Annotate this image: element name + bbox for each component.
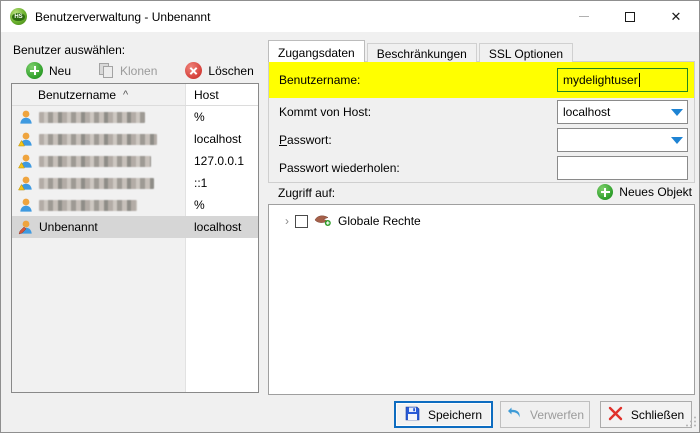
new-user-label: Neu xyxy=(49,63,72,78)
username-row: Benutzername: mydelightuser xyxy=(269,62,694,98)
global-privileges-checkbox[interactable] xyxy=(295,214,308,228)
password-repeat-label: Passwort wiederholen: xyxy=(279,161,400,175)
discard-label: Verwerfen xyxy=(529,407,585,422)
window-title: Benutzerverwaltung - Unbenannt xyxy=(35,9,211,24)
privileges-tree[interactable]: › Globale Rechte xyxy=(268,204,695,395)
user-row[interactable]: 127.0.0.1 xyxy=(12,150,258,172)
from-host-label: Kommt von Host: xyxy=(279,105,372,119)
delete-icon xyxy=(185,62,203,79)
host-cell: % xyxy=(194,198,205,212)
user-row[interactable]: % xyxy=(12,106,258,128)
maximize-button[interactable] xyxy=(607,1,653,32)
app-icon-label: HS xyxy=(12,12,25,21)
tree-item-global-privileges[interactable]: › Globale Rechte xyxy=(269,212,694,230)
select-user-label: Benutzer auswählen: xyxy=(13,43,126,57)
chevron-down-icon[interactable] xyxy=(671,137,683,144)
save-button[interactable]: Speichern xyxy=(394,401,493,428)
user-list-header[interactable]: Benutzername ^ Host xyxy=(12,84,258,106)
redacted-username xyxy=(39,155,151,167)
redacted-username xyxy=(39,177,154,189)
host-cell: localhost xyxy=(194,220,242,234)
new-object-label: Neues Objekt xyxy=(619,185,692,199)
titlebar: HS Benutzerverwaltung - Unbenannt ✕ xyxy=(1,1,699,32)
delete-user-button[interactable]: Löschen xyxy=(185,62,254,79)
chevron-down-icon[interactable] xyxy=(671,109,683,116)
username-label: Benutzername: xyxy=(279,73,361,87)
save-icon xyxy=(405,406,420,424)
column-header-username[interactable]: Benutzername xyxy=(38,88,116,102)
new-user-button[interactable]: Neu xyxy=(26,62,71,79)
user-manager-dialog: HS Benutzerverwaltung - Unbenannt ✕ Benu… xyxy=(0,0,700,433)
copy-icon xyxy=(99,62,114,79)
redacted-username xyxy=(39,199,137,211)
close-dialog-button[interactable]: Schließen xyxy=(600,401,692,428)
close-red-icon xyxy=(608,406,623,424)
discard-button[interactable]: Verwerfen xyxy=(500,401,590,428)
host-cell: ::1 xyxy=(194,176,208,190)
host-cell: 127.0.0.1 xyxy=(194,154,245,168)
minimize-icon xyxy=(579,16,589,17)
resize-grip[interactable] xyxy=(686,416,697,430)
save-label: Speichern xyxy=(427,407,483,422)
user-edit-icon xyxy=(18,219,34,235)
tab-zugangsdaten[interactable]: Zugangsdaten xyxy=(268,40,365,62)
host-cell: localhost xyxy=(194,132,242,146)
password-row: Passwort: xyxy=(269,126,694,154)
from-host-combobox[interactable]: localhost xyxy=(557,100,688,124)
clone-user-button[interactable]: Klonen xyxy=(99,62,158,79)
redacted-username xyxy=(39,133,157,145)
text-caret xyxy=(638,73,640,87)
delete-user-label: Löschen xyxy=(208,63,254,78)
host-cell: % xyxy=(194,110,205,124)
tab-beschraenkungen[interactable]: Beschränkungen xyxy=(366,43,477,62)
tree-item-label: Globale Rechte xyxy=(338,214,421,228)
from-host-row: Kommt von Host: localhost xyxy=(269,98,694,126)
new-object-button[interactable]: Neues Objekt xyxy=(597,184,692,200)
redacted-username xyxy=(39,111,145,123)
heidisql-app-icon: HS xyxy=(10,8,27,25)
from-host-value: localhost xyxy=(563,105,611,119)
tab-ssl-optionen[interactable]: SSL Optionen xyxy=(478,43,574,62)
undo-icon xyxy=(506,406,522,423)
user-row[interactable]: % xyxy=(12,194,258,216)
user-toolbar: Neu Klonen Löschen xyxy=(26,60,254,81)
global-privileges-icon xyxy=(314,212,332,230)
close-icon: ✕ xyxy=(670,9,682,24)
access-header: Zugriff auf: Neues Objekt xyxy=(268,184,695,203)
password-combobox[interactable] xyxy=(557,128,688,152)
window-controls: ✕ xyxy=(561,1,699,32)
add-icon xyxy=(26,62,43,79)
user-icon xyxy=(18,109,34,125)
user-warning-icon xyxy=(18,175,34,191)
column-header-host[interactable]: Host xyxy=(186,88,219,102)
username-cell: Unbenannt xyxy=(39,220,98,234)
username-input[interactable]: mydelightuser xyxy=(557,68,688,92)
credentials-tab-page: Benutzername: mydelightuser Kommt von Ho… xyxy=(268,61,695,183)
expand-chevron-icon[interactable]: › xyxy=(285,215,289,227)
close-button[interactable]: ✕ xyxy=(653,1,699,32)
tab-strip: Zugangsdaten Beschränkungen SSL Optionen xyxy=(268,40,575,62)
minimize-button[interactable] xyxy=(561,1,607,32)
username-value: mydelightuser xyxy=(563,73,638,87)
user-row[interactable]: ::1 xyxy=(12,172,258,194)
sort-ascending-icon: ^ xyxy=(123,88,129,101)
password-repeat-row: Passwort wiederholen: xyxy=(269,154,694,182)
password-repeat-input[interactable] xyxy=(557,156,688,180)
close-label: Schließen xyxy=(630,407,685,422)
clone-user-label: Klonen xyxy=(120,63,158,78)
user-row-selected[interactable]: Unbenannt localhost xyxy=(12,216,258,238)
password-label: Passwort: xyxy=(279,133,332,147)
user-icon xyxy=(18,197,34,213)
access-label: Zugriff auf: xyxy=(278,186,336,200)
user-warning-icon xyxy=(18,131,34,147)
add-icon xyxy=(597,184,614,200)
user-list[interactable]: Benutzername ^ Host % localhost 127.0.0.… xyxy=(11,83,259,393)
user-row[interactable]: localhost xyxy=(12,128,258,150)
user-warning-icon xyxy=(18,153,34,169)
maximize-icon xyxy=(625,11,635,22)
